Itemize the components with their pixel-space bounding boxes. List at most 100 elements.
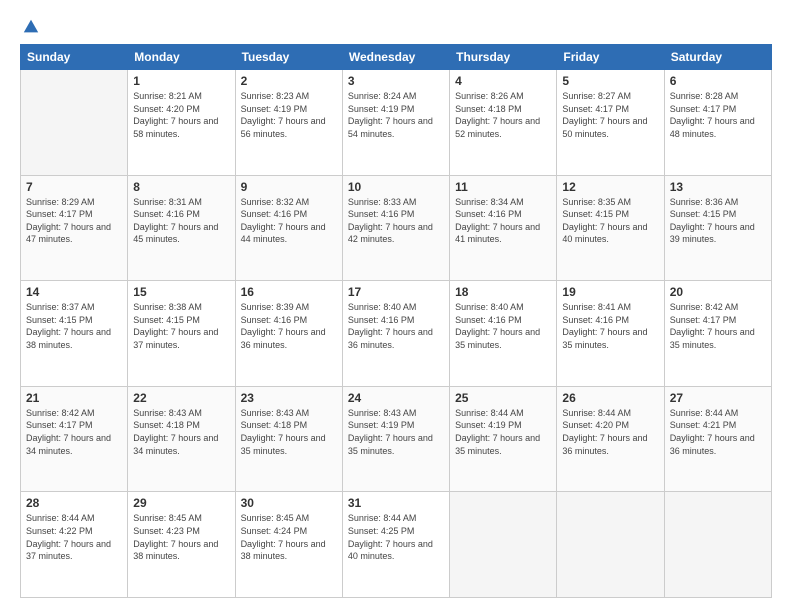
day-number: 6 <box>670 74 766 88</box>
day-number: 15 <box>133 285 229 299</box>
day-number: 4 <box>455 74 551 88</box>
weekday-header: Saturday <box>664 45 771 70</box>
day-info: Sunrise: 8:37 AMSunset: 4:15 PMDaylight:… <box>26 301 122 351</box>
day-number: 21 <box>26 391 122 405</box>
day-number: 1 <box>133 74 229 88</box>
calendar-cell: 14 Sunrise: 8:37 AMSunset: 4:15 PMDayligh… <box>21 281 128 387</box>
day-number: 22 <box>133 391 229 405</box>
calendar-cell: 24 Sunrise: 8:43 AMSunset: 4:19 PMDayligh… <box>342 386 449 492</box>
calendar-cell: 18 Sunrise: 8:40 AMSunset: 4:16 PMDayligh… <box>450 281 557 387</box>
day-number: 18 <box>455 285 551 299</box>
day-number: 13 <box>670 180 766 194</box>
calendar-cell <box>664 492 771 598</box>
day-number: 19 <box>562 285 658 299</box>
calendar-cell: 31 Sunrise: 8:44 AMSunset: 4:25 PMDayligh… <box>342 492 449 598</box>
day-number: 9 <box>241 180 337 194</box>
day-info: Sunrise: 8:35 AMSunset: 4:15 PMDaylight:… <box>562 196 658 246</box>
calendar-week-row: 14 Sunrise: 8:37 AMSunset: 4:15 PMDayligh… <box>21 281 772 387</box>
calendar-cell: 20Sunrise: 8:42 AMSunset: 4:17 PMDayligh… <box>664 281 771 387</box>
day-number: 30 <box>241 496 337 510</box>
weekday-header: Friday <box>557 45 664 70</box>
calendar-week-row: 1 Sunrise: 8:21 AMSunset: 4:20 PMDaylight… <box>21 70 772 176</box>
calendar-cell: 3Sunrise: 8:24 AMSunset: 4:19 PMDaylight… <box>342 70 449 176</box>
day-number: 11 <box>455 180 551 194</box>
calendar-cell: 26 Sunrise: 8:44 AMSunset: 4:20 PMDayligh… <box>557 386 664 492</box>
calendar-cell: 22 Sunrise: 8:43 AMSunset: 4:18 PMDayligh… <box>128 386 235 492</box>
page: SundayMondayTuesdayWednesdayThursdayFrid… <box>0 0 792 612</box>
day-info: Sunrise: 8:44 AMSunset: 4:19 PMDaylight:… <box>455 407 551 457</box>
day-info: Sunrise: 8:39 AMSunset: 4:16 PMDaylight:… <box>241 301 337 351</box>
day-number: 16 <box>241 285 337 299</box>
day-info: Sunrise: 8:32 AMSunset: 4:16 PMDaylight:… <box>241 196 337 246</box>
calendar-cell <box>557 492 664 598</box>
calendar-header-row: SundayMondayTuesdayWednesdayThursdayFrid… <box>21 45 772 70</box>
day-number: 23 <box>241 391 337 405</box>
day-info: Sunrise: 8:44 AMSunset: 4:20 PMDaylight:… <box>562 407 658 457</box>
day-number: 29 <box>133 496 229 510</box>
day-info: Sunrise: 8:34 AMSunset: 4:16 PMDaylight:… <box>455 196 551 246</box>
calendar-cell: 10Sunrise: 8:33 AMSunset: 4:16 PMDayligh… <box>342 175 449 281</box>
calendar-cell: 29 Sunrise: 8:45 AMSunset: 4:23 PMDayligh… <box>128 492 235 598</box>
day-info: Sunrise: 8:21 AMSunset: 4:20 PMDaylight:… <box>133 90 229 140</box>
calendar-cell: 8 Sunrise: 8:31 AMSunset: 4:16 PMDaylight… <box>128 175 235 281</box>
weekday-header: Monday <box>128 45 235 70</box>
logo-icon <box>22 18 40 36</box>
calendar-week-row: 21 Sunrise: 8:42 AMSunset: 4:17 PMDayligh… <box>21 386 772 492</box>
weekday-header: Wednesday <box>342 45 449 70</box>
day-info: Sunrise: 8:43 AMSunset: 4:19 PMDaylight:… <box>348 407 444 457</box>
day-info: Sunrise: 8:27 AMSunset: 4:17 PMDaylight:… <box>562 90 658 140</box>
calendar-cell: 23 Sunrise: 8:43 AMSunset: 4:18 PMDayligh… <box>235 386 342 492</box>
day-info: Sunrise: 8:44 AMSunset: 4:25 PMDaylight:… <box>348 512 444 562</box>
day-number: 7 <box>26 180 122 194</box>
calendar-cell <box>21 70 128 176</box>
day-info: Sunrise: 8:43 AMSunset: 4:18 PMDaylight:… <box>241 407 337 457</box>
calendar-cell: 16 Sunrise: 8:39 AMSunset: 4:16 PMDayligh… <box>235 281 342 387</box>
day-info: Sunrise: 8:42 AMSunset: 4:17 PMDaylight:… <box>26 407 122 457</box>
calendar-cell: 13 Sunrise: 8:36 AMSunset: 4:15 PMDayligh… <box>664 175 771 281</box>
calendar-cell <box>450 492 557 598</box>
calendar-cell: 15Sunrise: 8:38 AMSunset: 4:15 PMDayligh… <box>128 281 235 387</box>
day-info: Sunrise: 8:26 AMSunset: 4:18 PMDaylight:… <box>455 90 551 140</box>
day-info: Sunrise: 8:40 AMSunset: 4:16 PMDaylight:… <box>348 301 444 351</box>
day-info: Sunrise: 8:44 AMSunset: 4:22 PMDaylight:… <box>26 512 122 562</box>
day-info: Sunrise: 8:43 AMSunset: 4:18 PMDaylight:… <box>133 407 229 457</box>
day-number: 2 <box>241 74 337 88</box>
logo <box>20 18 40 36</box>
weekday-header: Thursday <box>450 45 557 70</box>
calendar-cell: 4 Sunrise: 8:26 AMSunset: 4:18 PMDaylight… <box>450 70 557 176</box>
calendar-cell: 17 Sunrise: 8:40 AMSunset: 4:16 PMDayligh… <box>342 281 449 387</box>
calendar-cell: 2Sunrise: 8:23 AMSunset: 4:19 PMDaylight… <box>235 70 342 176</box>
calendar-cell: 28Sunrise: 8:44 AMSunset: 4:22 PMDayligh… <box>21 492 128 598</box>
day-info: Sunrise: 8:45 AMSunset: 4:24 PMDaylight:… <box>241 512 337 562</box>
calendar-week-row: 7 Sunrise: 8:29 AMSunset: 4:17 PMDaylight… <box>21 175 772 281</box>
calendar-cell: 6 Sunrise: 8:28 AMSunset: 4:17 PMDaylight… <box>664 70 771 176</box>
calendar-cell: 9 Sunrise: 8:32 AMSunset: 4:16 PMDaylight… <box>235 175 342 281</box>
day-number: 20 <box>670 285 766 299</box>
day-info: Sunrise: 8:40 AMSunset: 4:16 PMDaylight:… <box>455 301 551 351</box>
day-info: Sunrise: 8:24 AMSunset: 4:19 PMDaylight:… <box>348 90 444 140</box>
calendar-cell: 27Sunrise: 8:44 AMSunset: 4:21 PMDayligh… <box>664 386 771 492</box>
day-number: 5 <box>562 74 658 88</box>
calendar-week-row: 28Sunrise: 8:44 AMSunset: 4:22 PMDayligh… <box>21 492 772 598</box>
day-info: Sunrise: 8:29 AMSunset: 4:17 PMDaylight:… <box>26 196 122 246</box>
day-info: Sunrise: 8:45 AMSunset: 4:23 PMDaylight:… <box>133 512 229 562</box>
day-number: 8 <box>133 180 229 194</box>
weekday-header: Tuesday <box>235 45 342 70</box>
calendar-cell: 21 Sunrise: 8:42 AMSunset: 4:17 PMDayligh… <box>21 386 128 492</box>
day-number: 12 <box>562 180 658 194</box>
day-number: 31 <box>348 496 444 510</box>
day-info: Sunrise: 8:36 AMSunset: 4:15 PMDaylight:… <box>670 196 766 246</box>
day-number: 24 <box>348 391 444 405</box>
day-info: Sunrise: 8:31 AMSunset: 4:16 PMDaylight:… <box>133 196 229 246</box>
day-number: 14 <box>26 285 122 299</box>
calendar-cell: 1 Sunrise: 8:21 AMSunset: 4:20 PMDaylight… <box>128 70 235 176</box>
day-info: Sunrise: 8:44 AMSunset: 4:21 PMDaylight:… <box>670 407 766 457</box>
calendar: SundayMondayTuesdayWednesdayThursdayFrid… <box>20 44 772 598</box>
day-info: Sunrise: 8:41 AMSunset: 4:16 PMDaylight:… <box>562 301 658 351</box>
day-number: 26 <box>562 391 658 405</box>
weekday-header: Sunday <box>21 45 128 70</box>
day-info: Sunrise: 8:28 AMSunset: 4:17 PMDaylight:… <box>670 90 766 140</box>
day-info: Sunrise: 8:33 AMSunset: 4:16 PMDaylight:… <box>348 196 444 246</box>
day-number: 17 <box>348 285 444 299</box>
calendar-cell: 25Sunrise: 8:44 AMSunset: 4:19 PMDayligh… <box>450 386 557 492</box>
